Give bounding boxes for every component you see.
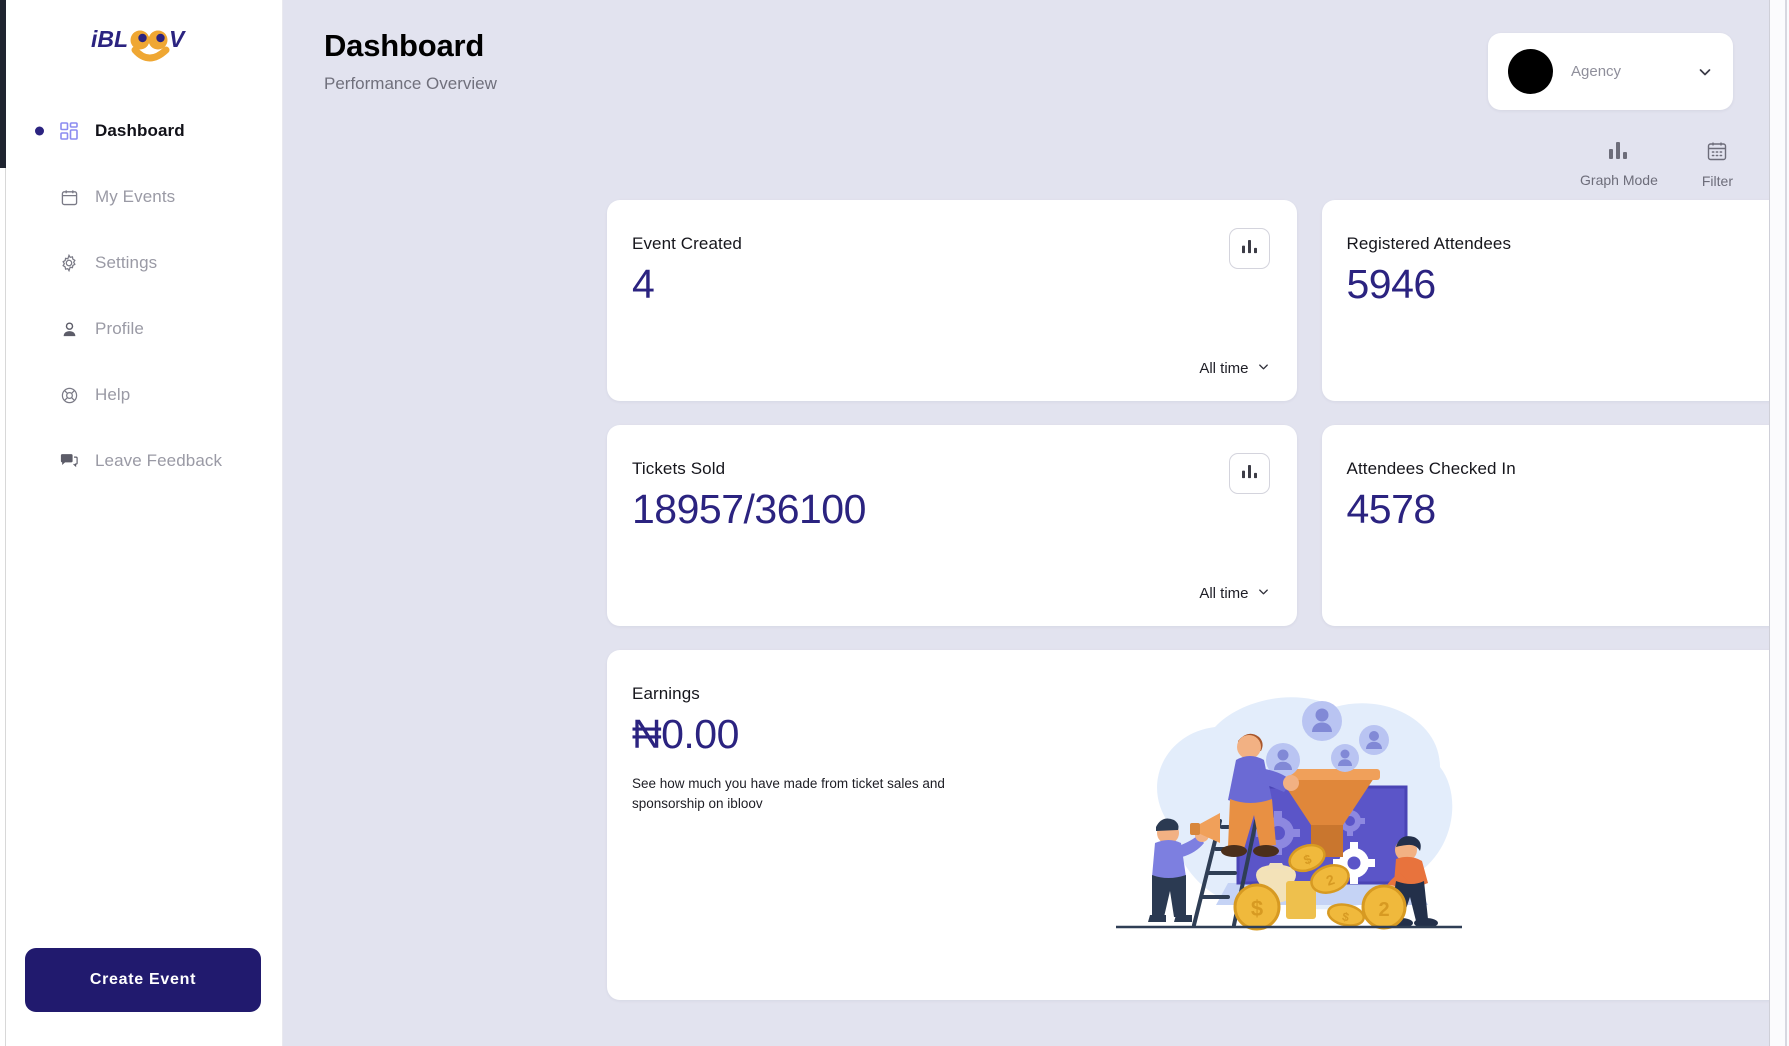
stats-row-1: Event Created 4 All time Registered Atte…	[607, 200, 1789, 401]
user-icon	[59, 319, 79, 339]
left-edge-sliver	[0, 0, 6, 1046]
chevron-down-icon	[1257, 360, 1270, 377]
card-event-created: Event Created 4 All time	[607, 200, 1297, 401]
sidebar-item-my-events[interactable]: My Events	[7, 164, 282, 230]
sidebar-item-leave-feedback[interactable]: Leave Feedback	[7, 428, 282, 494]
sidebar-item-label: Settings	[95, 253, 158, 272]
card-title: Attendees Checked In	[1346, 459, 1516, 478]
card-chart-toggle-button[interactable]	[1228, 228, 1270, 269]
active-indicator-dot	[35, 126, 44, 136]
scrollbar-track[interactable]	[1785, 0, 1787, 1046]
ibloov-logo-icon: iBL V	[91, 26, 186, 62]
page-scrollbar[interactable]	[1769, 0, 1789, 1046]
chat-bubble-icon	[59, 451, 79, 471]
lifebuoy-icon	[59, 385, 79, 405]
svg-text:$: $	[1302, 851, 1315, 868]
left-edge-dark-strip	[0, 0, 6, 168]
account-name: Agency	[1571, 63, 1622, 80]
sidebar-item-label: My Events	[95, 187, 176, 206]
graph-mode-button[interactable]: Graph Mode	[1580, 141, 1658, 188]
card-period-label: All time	[1199, 360, 1249, 377]
svg-text:$: $	[1341, 909, 1351, 924]
calendar-icon	[59, 187, 79, 207]
filter-label: Filter	[1701, 173, 1733, 189]
svg-text:2: 2	[1324, 871, 1337, 889]
card-title: Earnings	[632, 684, 700, 703]
chevron-down-icon	[1697, 64, 1713, 80]
sidebar-item-dashboard[interactable]: Dashboard	[7, 98, 282, 164]
grid-dashboard-icon	[59, 121, 79, 141]
card-title: Tickets Sold	[632, 459, 726, 478]
graph-mode-label: Graph Mode	[1580, 172, 1658, 188]
card-attendees-checked-in: Attendees Checked In 4578 All time	[1321, 425, 1789, 626]
card-description: See how much you have made from ticket s…	[632, 776, 945, 812]
avatar	[1508, 49, 1553, 94]
card-title: Event Created	[632, 234, 742, 253]
account-switcher[interactable]: Agency	[1488, 33, 1733, 110]
calendar-icon	[1707, 141, 1727, 166]
bar-chart-icon	[1608, 141, 1629, 165]
card-registered-attendees: Registered Attendees 5946 All time	[1321, 200, 1789, 401]
svg-text:$: $	[1251, 896, 1263, 921]
stats-row-2: Tickets Sold 18957/36100 All time Attend…	[607, 425, 1789, 626]
sidebar: iBL V Dashboard My Events Settings Profi…	[0, 0, 283, 1046]
gear-icon	[59, 253, 79, 273]
stats-grid: Event Created 4 All time Registered Atte…	[607, 200, 1789, 1024]
card-period-selector[interactable]: All time	[1199, 585, 1269, 602]
sidebar-nav: Dashboard My Events Settings Profile Hel…	[7, 98, 282, 494]
sidebar-item-settings[interactable]: Settings	[7, 230, 282, 296]
sidebar-item-help[interactable]: Help	[7, 362, 282, 428]
card-value: 4	[632, 261, 655, 307]
card-title: Registered Attendees	[1346, 234, 1512, 253]
card-value: 4578	[1346, 486, 1437, 532]
dashboard-app: iBL V Dashboard My Events Settings Profi…	[0, 0, 1789, 1046]
bar-chart-icon	[1241, 239, 1258, 259]
sidebar-item-label: Help	[95, 385, 131, 404]
brand-logo[interactable]: iBL V	[7, 0, 282, 86]
filter-button[interactable]: Filter	[1702, 141, 1733, 189]
sidebar-item-profile[interactable]: Profile	[7, 296, 282, 362]
sidebar-item-label: Dashboard	[95, 121, 185, 140]
card-value: 18957/36100	[632, 486, 866, 532]
card-value: ₦0.00	[632, 711, 739, 757]
sidebar-item-label: Profile	[95, 319, 144, 338]
svg-text:iBL: iBL	[91, 26, 128, 52]
main-content: Dashboard Performance Overview Agency Gr…	[283, 0, 1789, 1046]
toolbar: Graph Mode Filter	[1580, 141, 1733, 189]
card-tickets-sold: Tickets Sold 18957/36100 All time	[607, 425, 1297, 626]
svg-text:V: V	[169, 26, 186, 52]
create-event-button[interactable]: Create Event	[25, 948, 261, 1012]
card-earnings: Earnings ₦0.00 See how much you have mad…	[607, 650, 1789, 1000]
chevron-down-icon	[1257, 585, 1270, 602]
topbar: Dashboard Performance Overview Agency	[283, 0, 1789, 128]
card-period-label: All time	[1199, 585, 1249, 602]
card-value: 5946	[1346, 261, 1437, 307]
card-period-selector[interactable]: All time	[1199, 360, 1269, 377]
card-chart-toggle-button[interactable]	[1228, 453, 1270, 494]
stats-row-3: Earnings ₦0.00 See how much you have mad…	[607, 650, 1789, 1000]
svg-text:2: 2	[1378, 899, 1389, 921]
sidebar-item-label: Leave Feedback	[95, 451, 223, 470]
bar-chart-icon	[1241, 464, 1258, 484]
